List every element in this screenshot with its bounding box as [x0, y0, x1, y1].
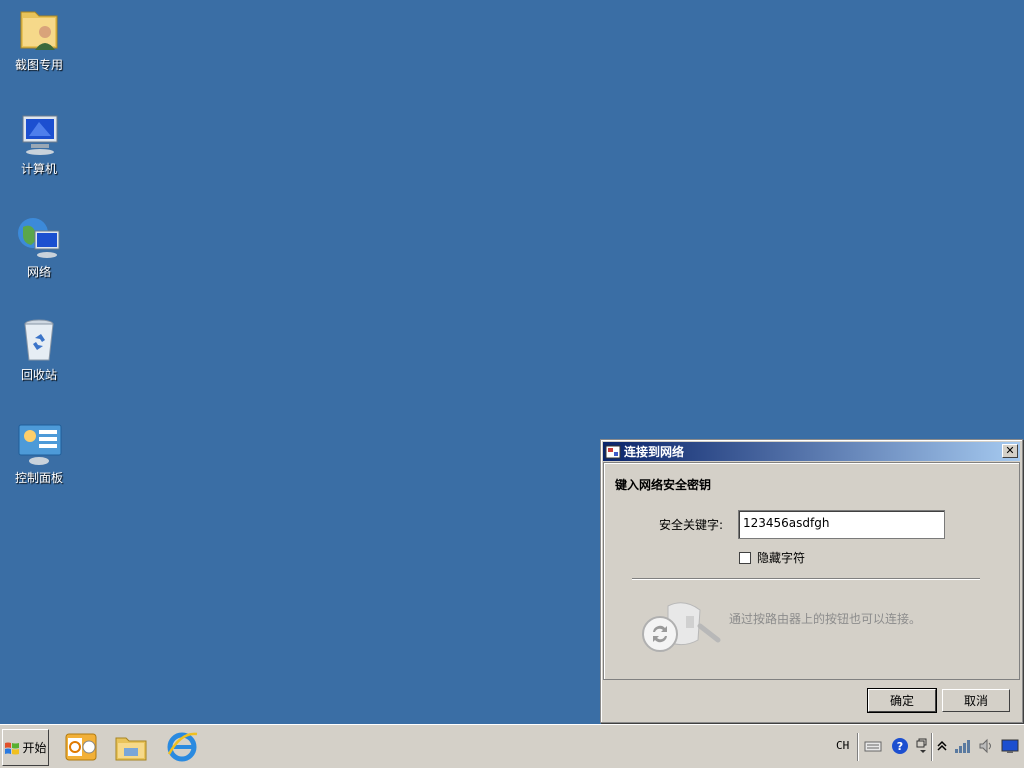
tray-divider [857, 733, 859, 761]
help-icon[interactable]: ? [891, 737, 909, 755]
computer-icon [22, 115, 58, 155]
taskbar: 开始 CH ? [0, 724, 1024, 768]
connect-network-dialog: 连接到网络 ✕ 键入网络安全密钥 安全关键字: 123456asdfgh 隐藏字… [600, 439, 1023, 723]
dialog-content: 键入网络安全密钥 安全关键字: 123456asdfgh 隐藏字符 通过按路由器… [603, 462, 1020, 680]
cancel-button[interactable]: 取消 [942, 689, 1010, 712]
explorer-icon[interactable] [114, 730, 148, 764]
network-icon [18, 218, 60, 258]
desktop-icon-computer[interactable]: 计算机 [4, 110, 74, 177]
restore-icon[interactable] [914, 737, 932, 755]
user-folder-icon [20, 11, 58, 50]
start-label: 开始 [22, 741, 47, 755]
security-key-label: 安全关键字: [659, 518, 724, 532]
desktop-icon-label: 计算机 [20, 162, 57, 176]
hide-characters-checkbox[interactable] [739, 551, 751, 564]
outlook-icon[interactable] [64, 730, 98, 764]
dialog-heading: 键入网络安全密钥 [615, 478, 712, 492]
start-button[interactable]: 开始 [2, 729, 49, 766]
desktop-icon-label: 网络 [26, 265, 51, 279]
hide-characters-label: 隐藏字符 [757, 551, 806, 565]
security-key-input[interactable]: 123456asdfgh [738, 510, 945, 539]
svg-text:?: ? [897, 740, 903, 753]
ok-button[interactable]: 确定 [867, 688, 937, 713]
dialog-titlebar[interactable]: 连接到网络 ✕ [603, 442, 1020, 461]
divider [632, 578, 980, 580]
desktop-icon-recycle-bin[interactable]: 回收站 [4, 316, 74, 383]
desktop-icon-network[interactable]: 网络 [4, 213, 74, 280]
router-button-icon [642, 602, 721, 652]
show-hidden-icon[interactable] [933, 737, 951, 755]
language-indicator[interactable]: CH [836, 739, 849, 752]
windows-flag-icon [5, 742, 20, 754]
network-connect-icon [605, 445, 621, 458]
hide-characters-option[interactable]: 隐藏字符 [739, 549, 805, 566]
desktop-icon-label: 控制面板 [14, 471, 63, 485]
control-panel-icon [18, 424, 62, 465]
keyboard-icon[interactable] [864, 737, 882, 755]
network-tray-icon[interactable] [953, 737, 971, 755]
show-desktop-icon[interactable] [1001, 737, 1019, 755]
recycle-bin-icon [24, 319, 54, 361]
desktop-icon-screenshot-folder[interactable]: 截图专用 [4, 6, 74, 73]
desktop-icon-label: 回收站 [20, 368, 57, 382]
dialog-title: 连接到网络 [624, 445, 685, 459]
close-button[interactable]: ✕ [1002, 444, 1018, 458]
volume-icon[interactable] [977, 737, 995, 755]
desktop-icon-label: 截图专用 [14, 58, 63, 72]
desktop-icon-control-panel[interactable]: 控制面板 [4, 419, 74, 486]
wps-hint-text: 通过按路由器上的按钮也可以连接。 [729, 612, 922, 626]
ie-icon[interactable] [165, 730, 199, 764]
